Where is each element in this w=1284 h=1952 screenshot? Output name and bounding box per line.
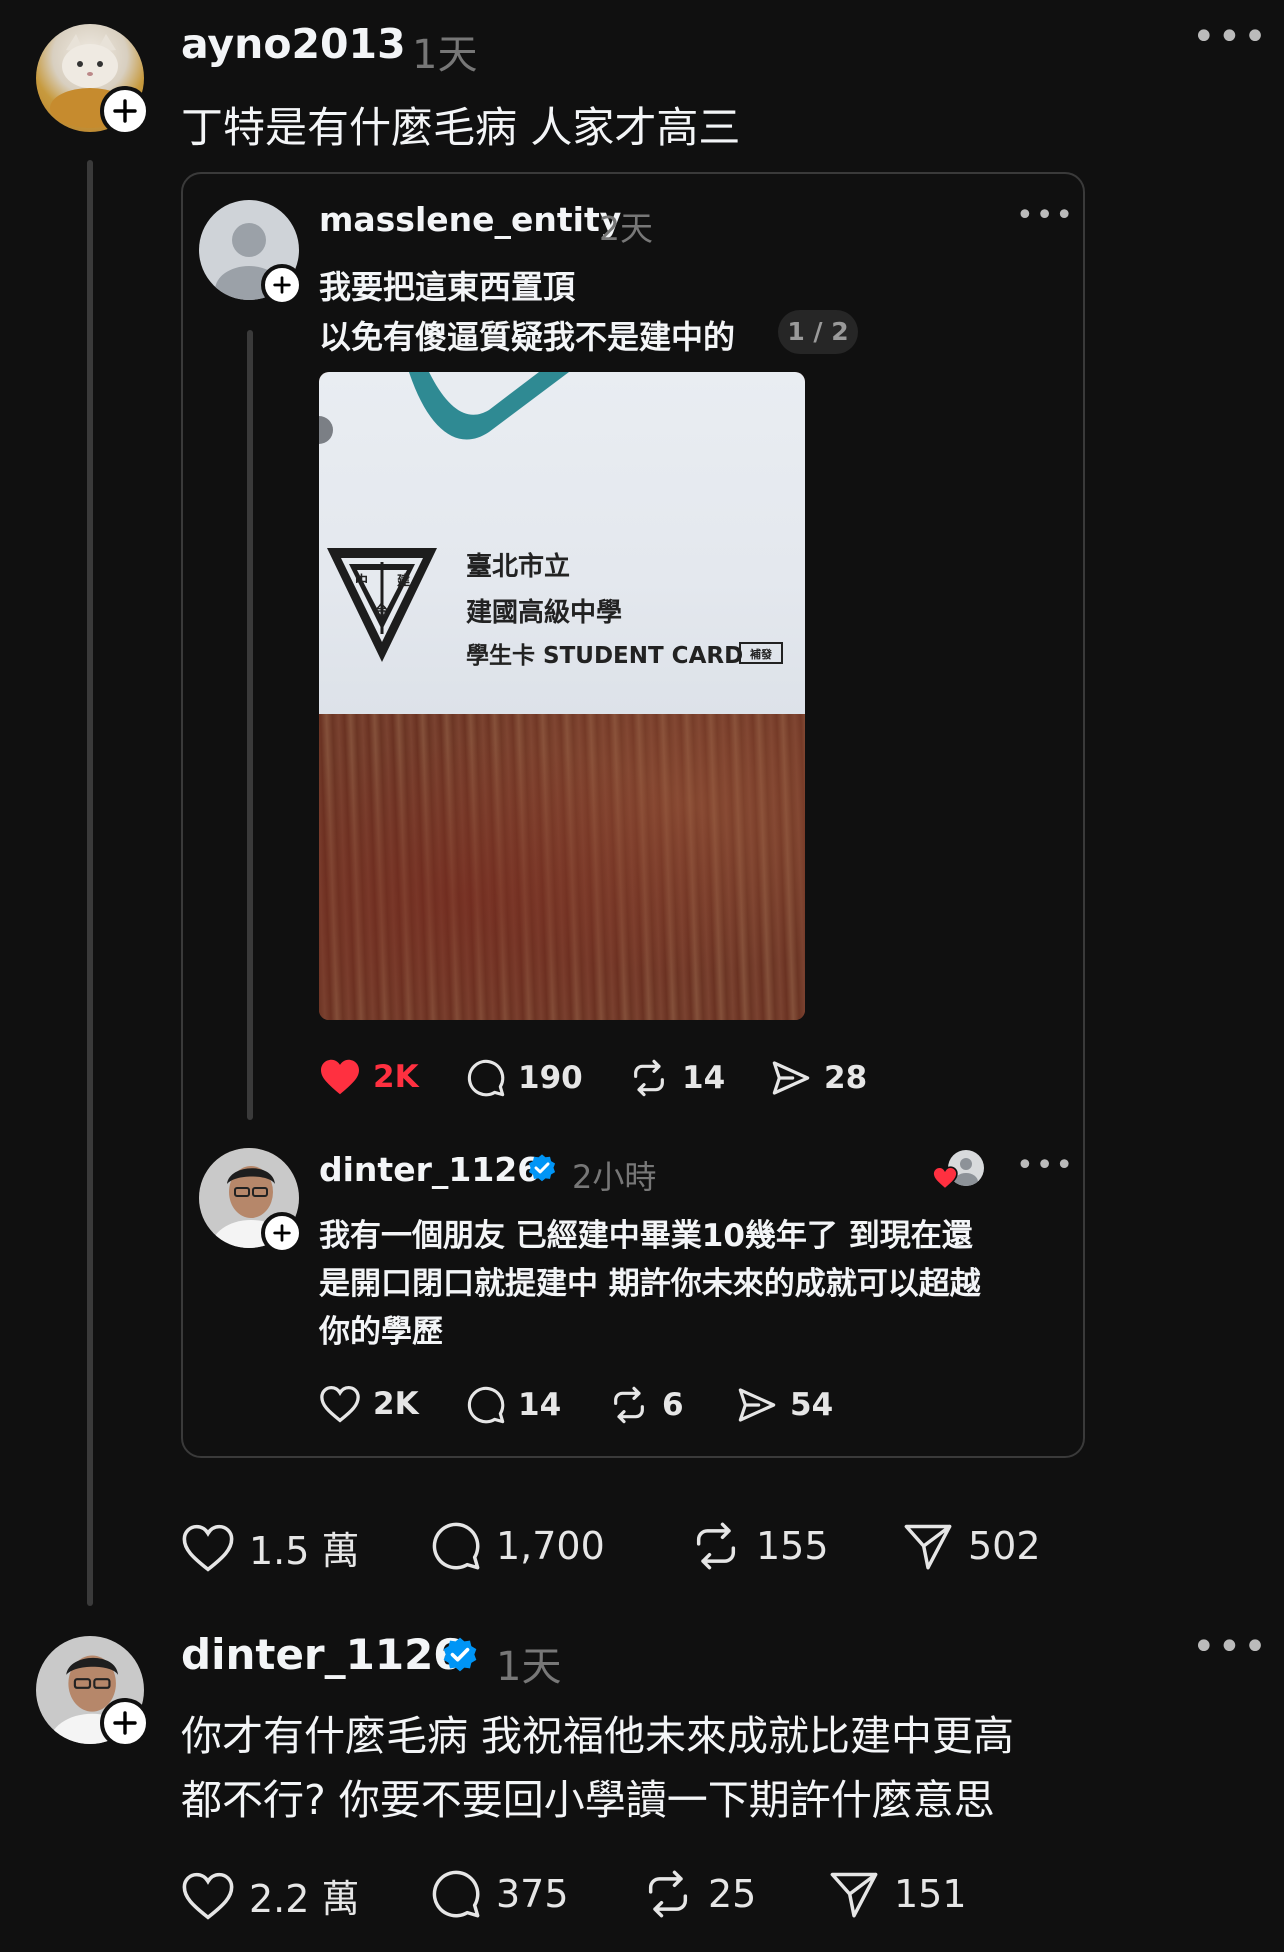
comment-icon (432, 1870, 480, 1918)
comment-icon (467, 1059, 505, 1097)
like-action[interactable]: 2K (319, 1058, 419, 1096)
repost-action[interactable]: 155 (690, 1520, 829, 1572)
card-logo-bottom-char: 台 (375, 604, 389, 619)
follow-plus-button[interactable] (100, 86, 150, 136)
card-line-3: 學生卡 STUDENT CARD (466, 643, 744, 669)
like-action[interactable]: 2.2 萬 (181, 1868, 360, 1923)
comment-action[interactable]: 1,700 (430, 1520, 605, 1572)
repost-count: 25 (708, 1872, 757, 1916)
username[interactable]: dinter_1126 (319, 1150, 540, 1189)
page-indicator: 1 / 2 (778, 310, 858, 354)
comment-action[interactable]: 375 (430, 1868, 569, 1920)
wood-surface (319, 714, 805, 1020)
comment-count: 14 (518, 1387, 562, 1423)
heart-outline-icon (320, 1385, 360, 1423)
plus-icon (113, 99, 137, 123)
share-send-icon (904, 1524, 952, 1570)
share-action[interactable]: 54 (736, 1385, 833, 1425)
comment-count: 190 (518, 1060, 583, 1096)
verified-badge-icon (443, 1637, 477, 1672)
plus-icon (113, 1711, 137, 1735)
username[interactable]: masslene_entity (319, 200, 621, 239)
post-text-line-2: 以免有傻逼質疑我不是建中的 (319, 318, 736, 356)
repost-icon (696, 1522, 736, 1570)
username[interactable]: dinter_1126 (181, 1630, 463, 1679)
share-action[interactable]: 502 (902, 1520, 1041, 1572)
card-logo-right-char: 建 (397, 574, 411, 589)
share-count: 54 (790, 1387, 834, 1423)
timestamp: 2小時 (572, 1158, 657, 1196)
repost-icon (648, 1870, 688, 1918)
timestamp: 1天 (496, 1644, 562, 1690)
username[interactable]: ayno2013 (181, 20, 406, 68)
post-text-line-1: 你才有什麼毛病 我祝福他未來成就比建中更高 (181, 1712, 1015, 1760)
more-options-icon[interactable]: ••• (1016, 198, 1075, 233)
share-send-icon (772, 1061, 810, 1095)
repost-icon (614, 1386, 644, 1424)
follow-plus-button[interactable] (261, 264, 303, 306)
heart-outline-icon (182, 1872, 234, 1920)
avatar-dinter-1126[interactable] (199, 1148, 303, 1254)
repost-action[interactable]: 25 (642, 1868, 756, 1920)
timestamp: 1天 (412, 32, 478, 78)
share-send-icon (830, 1872, 878, 1918)
comment-count: 1,700 (496, 1524, 605, 1568)
post-text: 丁特是有什麼毛病 人家才高三 (181, 103, 741, 152)
student-card-photo[interactable]: 中 建 台 臺北市立 建國高級中學 學生卡 STUDENT CARD 補發 (319, 372, 805, 1020)
card-logo-left-char: 中 (355, 574, 369, 589)
repost-action[interactable]: 14 (628, 1058, 725, 1098)
thread-line (87, 160, 93, 1606)
more-options-icon[interactable]: ••• (1192, 1624, 1269, 1670)
like-count: 2.2 萬 (249, 1877, 360, 1921)
timestamp: 2天 (599, 209, 653, 248)
thread-line (247, 330, 253, 1120)
follow-plus-button[interactable] (261, 1212, 303, 1254)
plus-icon (273, 1224, 291, 1242)
comment-icon (467, 1386, 505, 1424)
like-count: 1.5 萬 (249, 1529, 360, 1573)
comment-count: 375 (496, 1872, 569, 1916)
verified-badge-icon (528, 1154, 556, 1182)
reply-text-line-3: 你的學歷 (319, 1314, 443, 1350)
share-count: 28 (824, 1060, 868, 1096)
avatar-ayno2013[interactable] (36, 24, 150, 136)
more-options-icon[interactable]: ••• (1192, 14, 1269, 60)
post-text-line-2: 都不行? 你要不要回小學讀一下期許什麼意思 (181, 1776, 995, 1824)
follow-plus-button[interactable] (100, 1698, 150, 1748)
like-action[interactable]: 1.5 萬 (181, 1520, 360, 1575)
heart-outline-icon (182, 1524, 234, 1572)
card-tag: 補發 (739, 642, 783, 664)
avatar-masslene-entity[interactable] (199, 200, 303, 306)
reply-text-line-2: 是開口閉口就提建中 期許你未來的成就可以超越 (319, 1266, 981, 1302)
like-count: 2K (373, 1386, 419, 1422)
share-send-icon (738, 1388, 776, 1422)
heart-filled-icon (321, 1059, 359, 1095)
liked-by-author-indicator (932, 1150, 984, 1196)
comment-action[interactable]: 190 (466, 1058, 583, 1098)
plus-icon (273, 276, 291, 294)
share-count: 502 (968, 1524, 1041, 1568)
share-count: 151 (894, 1872, 967, 1916)
repost-count: 155 (756, 1524, 829, 1568)
repost-count: 6 (662, 1387, 684, 1423)
avatar-dinter-1126[interactable] (36, 1636, 150, 1748)
share-action[interactable]: 28 (770, 1058, 867, 1098)
card-line-2: 建國高級中學 (466, 598, 623, 628)
reply-text-line-1: 我有一個朋友 已經建中畢業10幾年了 到現在還 (319, 1218, 973, 1254)
comment-action[interactable]: 14 (466, 1385, 561, 1425)
like-count: 2K (373, 1059, 419, 1095)
post-text-line-1: 我要把這東西置頂 (319, 268, 576, 306)
card-line-1: 臺北市立 (466, 552, 571, 582)
like-action[interactable]: 2K (319, 1385, 419, 1423)
repost-count: 14 (682, 1060, 726, 1096)
more-options-icon[interactable]: ••• (1016, 1148, 1075, 1183)
comment-icon (432, 1522, 480, 1570)
repost-action[interactable]: 6 (608, 1385, 684, 1425)
repost-icon (634, 1059, 664, 1097)
share-action[interactable]: 151 (828, 1868, 967, 1920)
heart-filled-icon (932, 1166, 958, 1190)
